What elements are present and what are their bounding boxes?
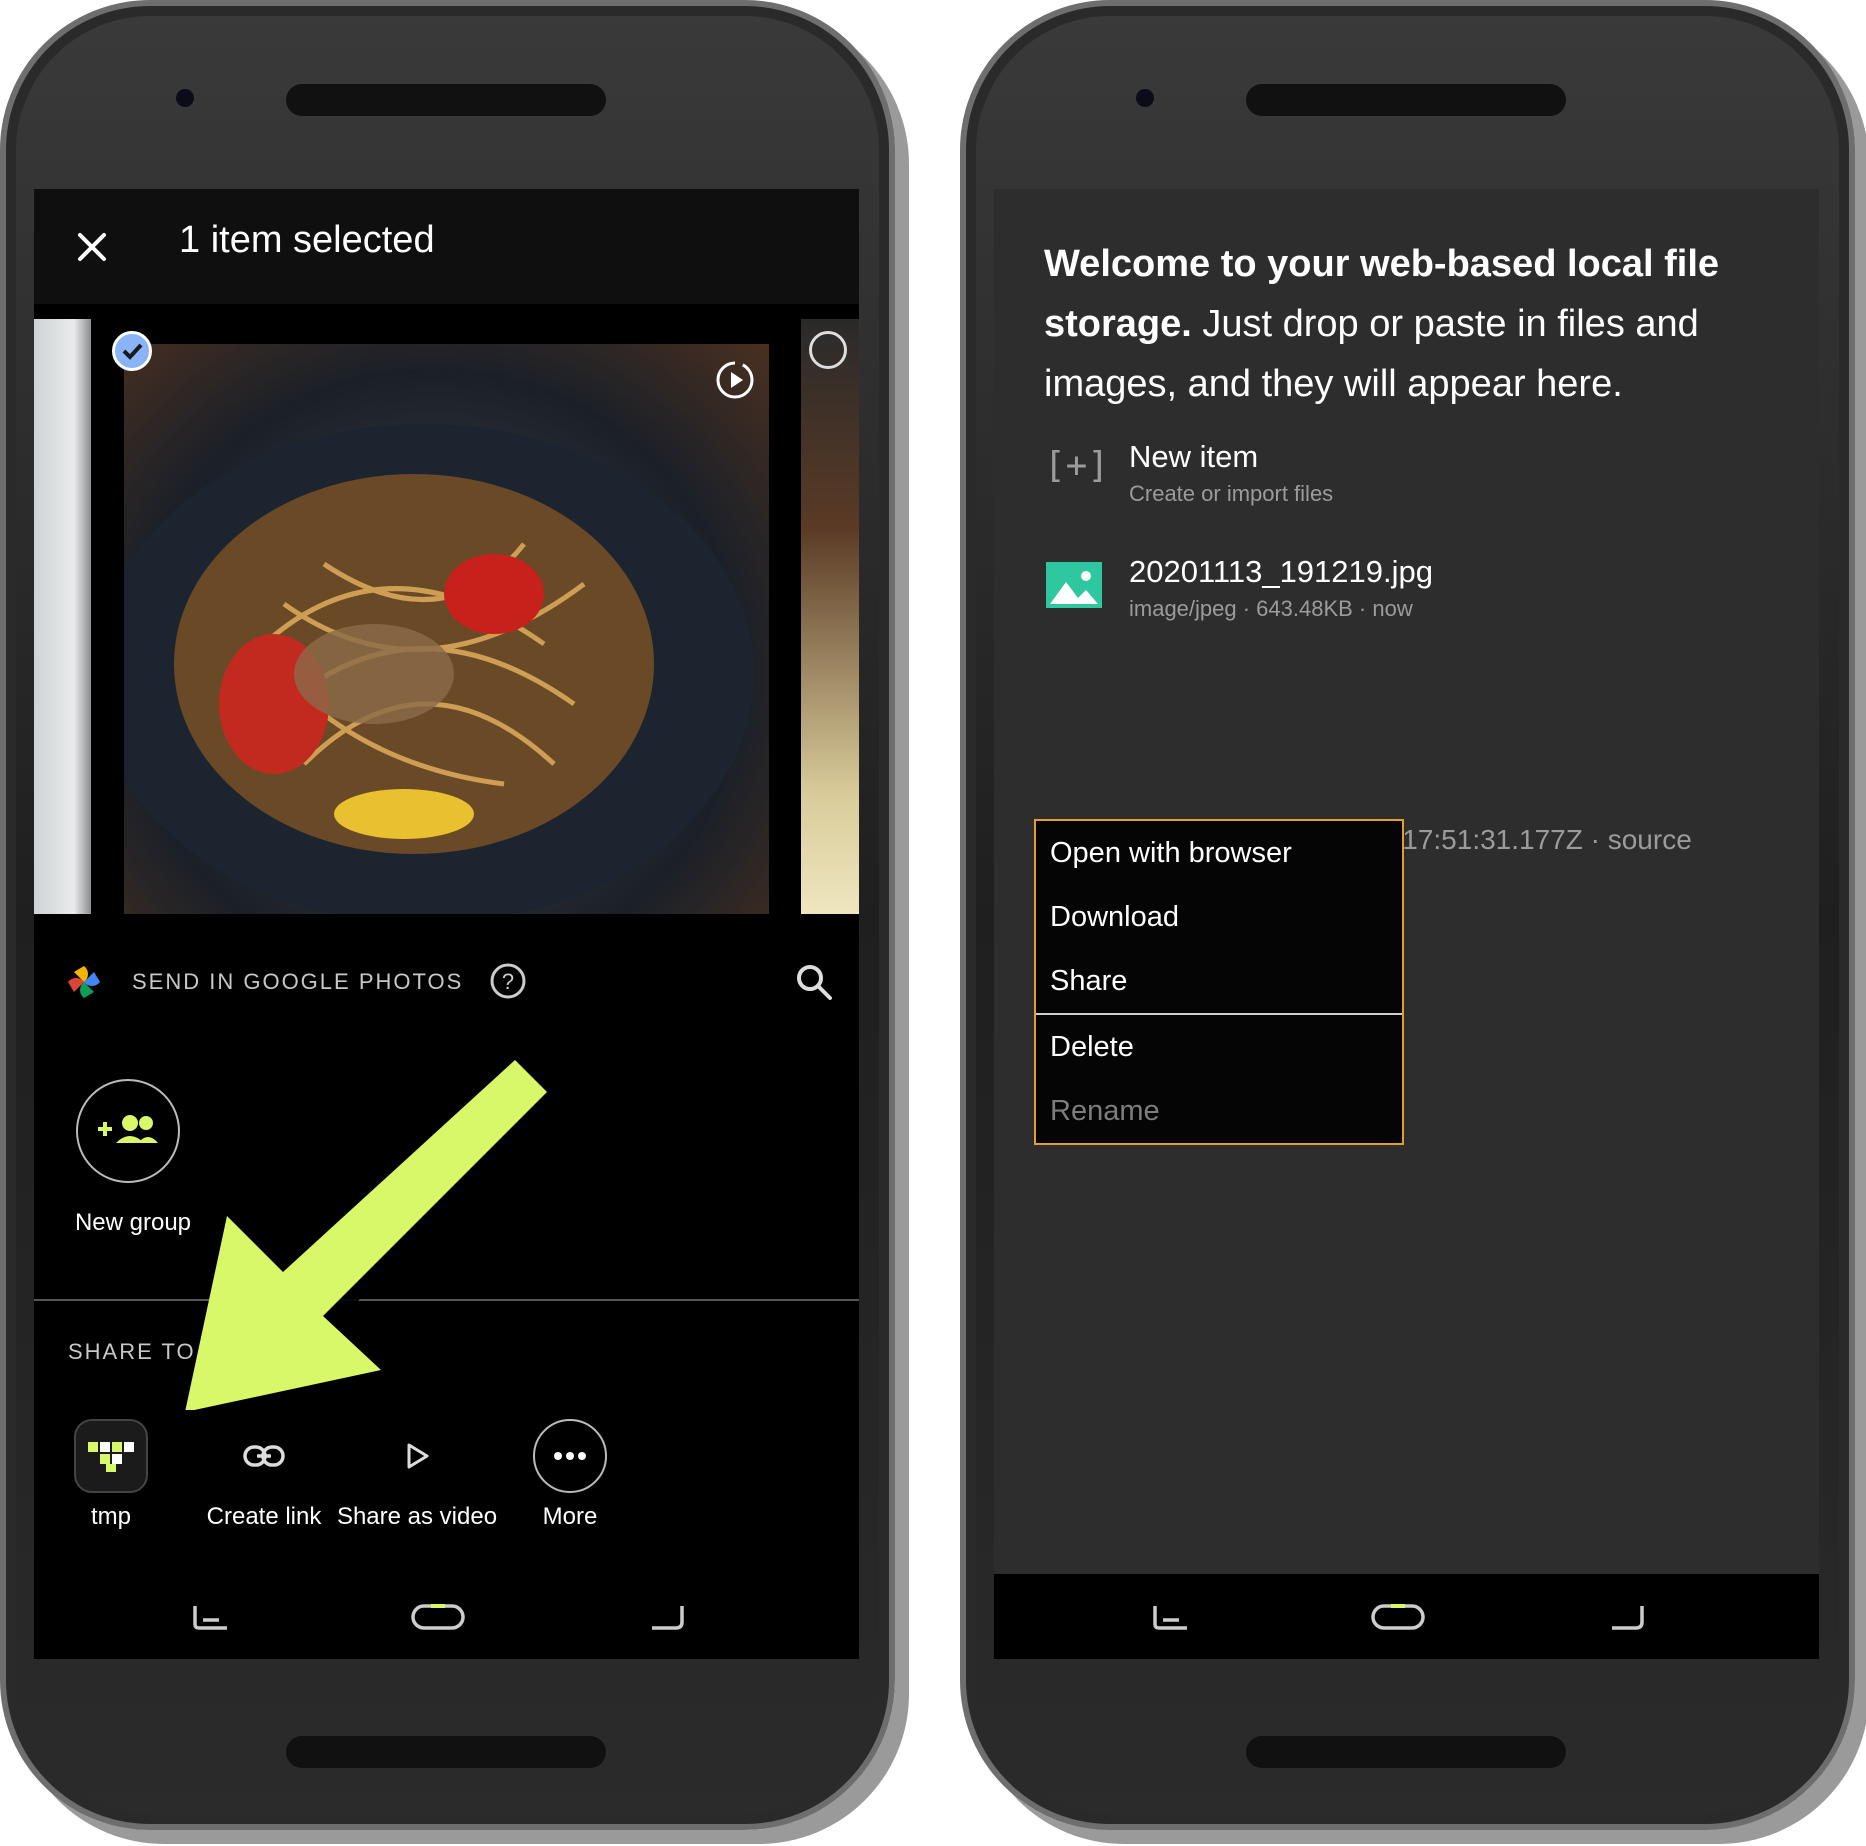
svg-text:?: ?: [502, 969, 514, 994]
selection-app-bar: 1 item selected: [34, 189, 859, 304]
new-item-title: New item: [1129, 439, 1259, 474]
new-item-subtitle: Create or import files: [1129, 481, 1334, 506]
menu-open-with-browser[interactable]: Open with browser: [1036, 821, 1402, 885]
search-icon[interactable]: [794, 962, 834, 1002]
help-icon[interactable]: ?: [489, 962, 527, 1000]
selected-photo[interactable]: [124, 344, 769, 914]
section-divider: [34, 1299, 859, 1301]
right-phone-frame: Welcome to your web-based local file sto…: [960, 0, 1855, 1830]
file-meta: image/jpeg · 643.48KB · now: [1129, 596, 1413, 621]
file-context-menu: Open with browser Download Share Delete …: [1034, 819, 1404, 1145]
pasta-dish-image: [124, 424, 754, 914]
recents-nav-icon[interactable]: [189, 1596, 235, 1636]
menu-download[interactable]: Download: [1036, 885, 1402, 949]
unselected-ring-icon[interactable]: [809, 331, 847, 369]
file-storage-screen: Welcome to your web-based local file sto…: [994, 189, 1819, 1659]
more-button[interactable]: More: [480, 1419, 660, 1531]
next-photo-thumbnail[interactable]: [801, 319, 859, 914]
selected-check-icon[interactable]: [112, 331, 152, 371]
new-item-icon: [+]: [1044, 445, 1110, 486]
bottom-speaker: [1246, 1736, 1566, 1768]
previous-photo-thumbnail[interactable]: [34, 319, 91, 914]
file-name: 20201113_191219.jpg: [1129, 554, 1433, 589]
menu-rename: Rename: [1050, 1095, 1160, 1127]
google-photos-screen: 1 item selected SEND IN GOOGLE PHOTOS ? …: [34, 189, 859, 1659]
front-camera: [176, 89, 194, 107]
more-label: More: [542, 1503, 598, 1530]
welcome-message: Welcome to your web-based local file sto…: [1044, 234, 1784, 414]
link-icon: [227, 1419, 301, 1493]
new-group-button[interactable]: [76, 1079, 180, 1183]
menu-share[interactable]: Share: [1036, 949, 1402, 1013]
earpiece-speaker: [286, 84, 606, 116]
partially-hidden-file-meta: 17T17:51:31.177Z · source: [1354, 824, 1692, 855]
home-nav-icon[interactable]: [409, 1596, 467, 1636]
recents-nav-icon[interactable]: [1149, 1596, 1195, 1636]
close-icon[interactable]: [72, 227, 112, 267]
menu-delete[interactable]: Delete: [1036, 1015, 1402, 1079]
google-photos-logo-icon: [68, 966, 100, 998]
back-nav-icon[interactable]: [644, 1596, 690, 1636]
new-group-label: New group: [74, 1209, 192, 1236]
system-nav-bar: [34, 1574, 859, 1659]
share-to-apps-label: SHARE TO A: [68, 1339, 220, 1364]
more-icon: [533, 1419, 607, 1493]
tmp-app-icon: [74, 1419, 148, 1493]
send-section-label: SEND IN GOOGLE PHOTOS: [132, 969, 464, 994]
system-nav-bar: [994, 1574, 1819, 1659]
earpiece-speaker: [1246, 84, 1566, 116]
motion-photo-icon: [716, 361, 754, 399]
bottom-speaker: [286, 1736, 606, 1768]
send-in-google-photos-row: SEND IN GOOGLE PHOTOS ?: [34, 934, 859, 1024]
play-icon: [380, 1419, 454, 1493]
photo-carousel[interactable]: [34, 319, 859, 914]
home-nav-icon[interactable]: [1369, 1596, 1427, 1636]
image-file-icon: [1046, 562, 1102, 608]
selection-count-title: 1 item selected: [179, 219, 435, 261]
front-camera: [1136, 89, 1154, 107]
back-nav-icon[interactable]: [1604, 1596, 1650, 1636]
add-group-icon: [98, 1115, 158, 1143]
left-phone-frame: 1 item selected SEND IN GOOGLE PHOTOS ? …: [0, 0, 895, 1830]
